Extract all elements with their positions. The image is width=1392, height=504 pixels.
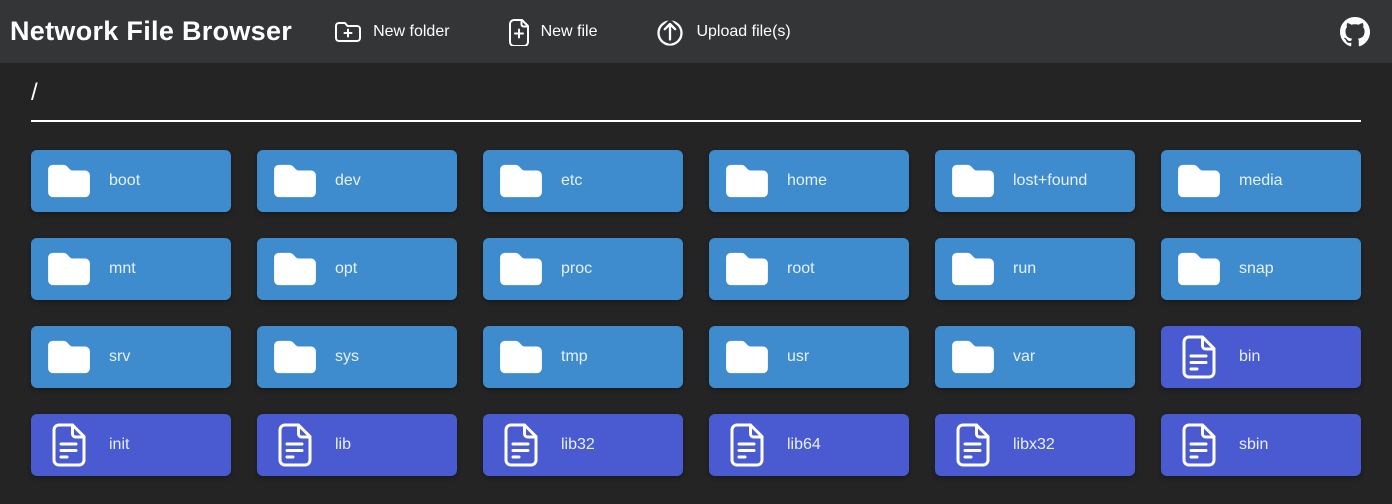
- folder-icon: [45, 338, 93, 376]
- tile-label: lib64: [787, 436, 821, 454]
- tile-label: srv: [109, 348, 130, 366]
- tile-label: opt: [335, 260, 357, 278]
- tile-label: var: [1013, 348, 1035, 366]
- new-folder-label: New folder: [373, 23, 449, 41]
- file-icon: [271, 422, 319, 468]
- tile-label: dev: [335, 172, 361, 190]
- folder-tile-proc[interactable]: proc: [483, 238, 683, 300]
- folder-icon: [949, 162, 997, 200]
- folder-tile-var[interactable]: var: [935, 326, 1135, 388]
- folder-icon: [723, 250, 771, 288]
- tile-label: proc: [561, 260, 592, 278]
- tile-label: libx32: [1013, 436, 1055, 454]
- new-file-icon: [508, 18, 530, 46]
- file-tile-lib64[interactable]: lib64: [709, 414, 909, 476]
- folder-tile-usr[interactable]: usr: [709, 326, 909, 388]
- breadcrumb-path[interactable]: /: [31, 78, 38, 108]
- folder-tile-boot[interactable]: boot: [31, 150, 231, 212]
- folder-tile-dev[interactable]: dev: [257, 150, 457, 212]
- tile-label: usr: [787, 348, 809, 366]
- tile-label: lib: [335, 436, 351, 454]
- folder-icon: [45, 162, 93, 200]
- folder-icon: [497, 250, 545, 288]
- file-tile-lib[interactable]: lib: [257, 414, 457, 476]
- new-file-label: New file: [541, 23, 598, 41]
- folder-icon: [271, 338, 319, 376]
- file-icon: [45, 422, 93, 468]
- file-icon: [1175, 422, 1223, 468]
- main-content: / boot dev etc home lost+found: [0, 63, 1392, 476]
- folder-tile-media[interactable]: media: [1161, 150, 1361, 212]
- folder-icon: [1175, 162, 1223, 200]
- tile-label: etc: [561, 172, 582, 190]
- tile-label: boot: [109, 172, 140, 190]
- folder-icon: [949, 250, 997, 288]
- folder-icon: [271, 250, 319, 288]
- folder-tile-srv[interactable]: srv: [31, 326, 231, 388]
- new-folder-button[interactable]: New folder: [330, 13, 453, 51]
- folder-tile-home[interactable]: home: [709, 150, 909, 212]
- folder-tile-lost+found[interactable]: lost+found: [935, 150, 1135, 212]
- tile-label: snap: [1239, 260, 1274, 278]
- file-tile-init[interactable]: init: [31, 414, 231, 476]
- folder-tile-root[interactable]: root: [709, 238, 909, 300]
- app-title: Network File Browser: [10, 16, 292, 47]
- app-header: Network File Browser New folder New file: [0, 0, 1392, 63]
- file-icon: [949, 422, 997, 468]
- file-tile-libx32[interactable]: libx32: [935, 414, 1135, 476]
- tile-label: lost+found: [1013, 172, 1087, 190]
- folder-tile-run[interactable]: run: [935, 238, 1135, 300]
- tile-label: run: [1013, 260, 1036, 278]
- folder-tile-snap[interactable]: snap: [1161, 238, 1361, 300]
- folder-icon: [949, 338, 997, 376]
- file-icon: [1175, 334, 1223, 380]
- upload-files-label: Upload file(s): [696, 23, 790, 41]
- file-tile-bin[interactable]: bin: [1161, 326, 1361, 388]
- upload-files-button[interactable]: Upload file(s): [651, 11, 794, 53]
- folder-icon: [497, 162, 545, 200]
- tile-label: root: [787, 260, 815, 278]
- folder-icon: [1175, 250, 1223, 288]
- tile-label: sbin: [1239, 436, 1268, 454]
- tile-label: media: [1239, 172, 1283, 190]
- file-icon: [497, 422, 545, 468]
- file-tile-sbin[interactable]: sbin: [1161, 414, 1361, 476]
- folder-icon: [271, 162, 319, 200]
- folder-tile-tmp[interactable]: tmp: [483, 326, 683, 388]
- tile-label: mnt: [109, 260, 136, 278]
- upload-icon: [655, 17, 685, 47]
- path-divider: [31, 120, 1361, 122]
- tile-label: tmp: [561, 348, 588, 366]
- folder-tile-opt[interactable]: opt: [257, 238, 457, 300]
- folder-tile-etc[interactable]: etc: [483, 150, 683, 212]
- tile-label: init: [109, 436, 129, 454]
- new-file-button[interactable]: New file: [504, 12, 602, 52]
- file-grid: boot dev etc home lost+found media: [31, 150, 1361, 476]
- new-folder-icon: [334, 19, 362, 45]
- folder-icon: [723, 162, 771, 200]
- folder-icon: [497, 338, 545, 376]
- folder-tile-sys[interactable]: sys: [257, 326, 457, 388]
- file-tile-lib32[interactable]: lib32: [483, 414, 683, 476]
- file-icon: [723, 422, 771, 468]
- github-icon[interactable]: [1340, 17, 1370, 47]
- tile-label: lib32: [561, 436, 595, 454]
- tile-label: home: [787, 172, 827, 190]
- tile-label: sys: [335, 348, 359, 366]
- folder-tile-mnt[interactable]: mnt: [31, 238, 231, 300]
- folder-icon: [45, 250, 93, 288]
- tile-label: bin: [1239, 348, 1260, 366]
- folder-icon: [723, 338, 771, 376]
